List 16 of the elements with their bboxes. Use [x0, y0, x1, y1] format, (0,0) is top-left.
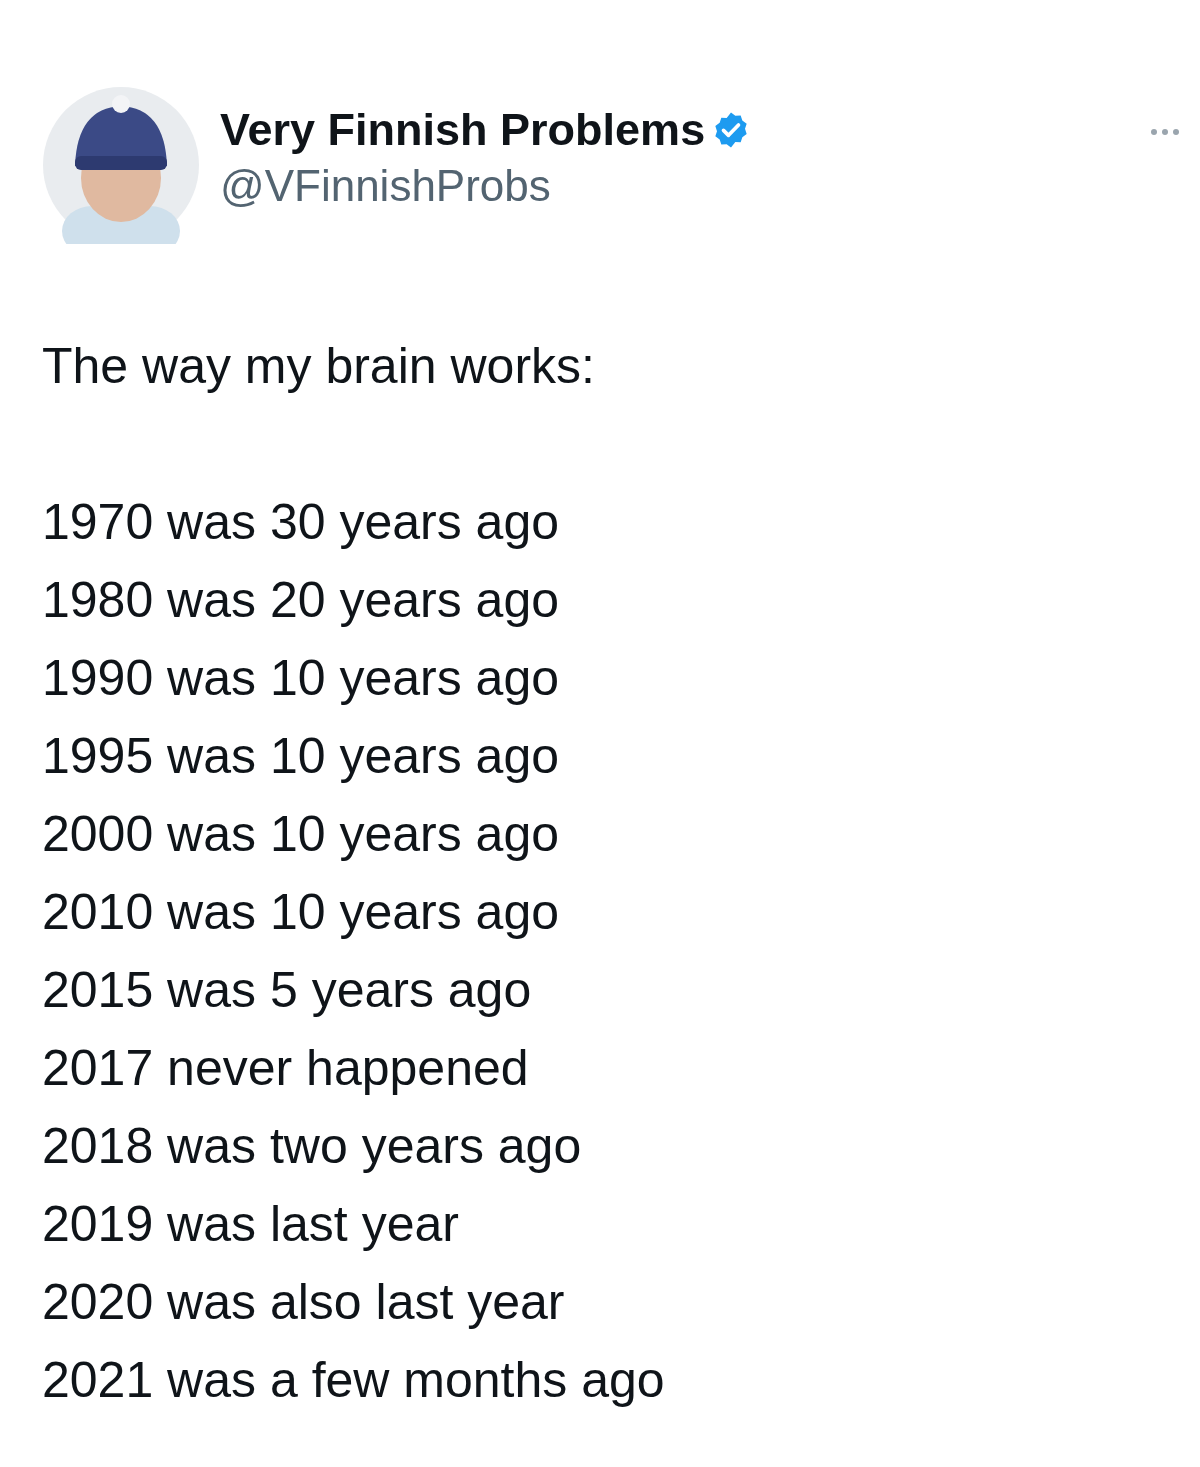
tweet-text: 2017 never happened — [42, 1039, 529, 1098]
tweet-text: 2015 was 5 years ago — [42, 961, 532, 1020]
avatar[interactable] — [42, 86, 200, 244]
tweet-text: The way my brain works: — [42, 337, 595, 396]
tweet-text: 2020 was also last year — [42, 1273, 565, 1332]
author-name[interactable]: Very Finnish Problems — [220, 102, 706, 158]
tweet-text: 2021 was a few months ago — [42, 1351, 665, 1410]
tweet-text: 2000 was 10 years ago — [42, 805, 560, 864]
author-handle[interactable]: @VFinnishProbs — [220, 158, 752, 214]
tweet-text: 2010 was 10 years ago — [42, 883, 560, 942]
tweet-text: 1990 was 10 years ago — [42, 649, 560, 708]
tweet-text: 1995 was 10 years ago — [42, 727, 560, 786]
tweet-text: 1970 was 30 years ago — [42, 493, 560, 552]
tweet-text: 2019 was last year — [42, 1195, 459, 1254]
tweet-text: 2018 was two years ago — [42, 1117, 582, 1176]
tweet-text: 1980 was 20 years ago — [42, 571, 560, 630]
